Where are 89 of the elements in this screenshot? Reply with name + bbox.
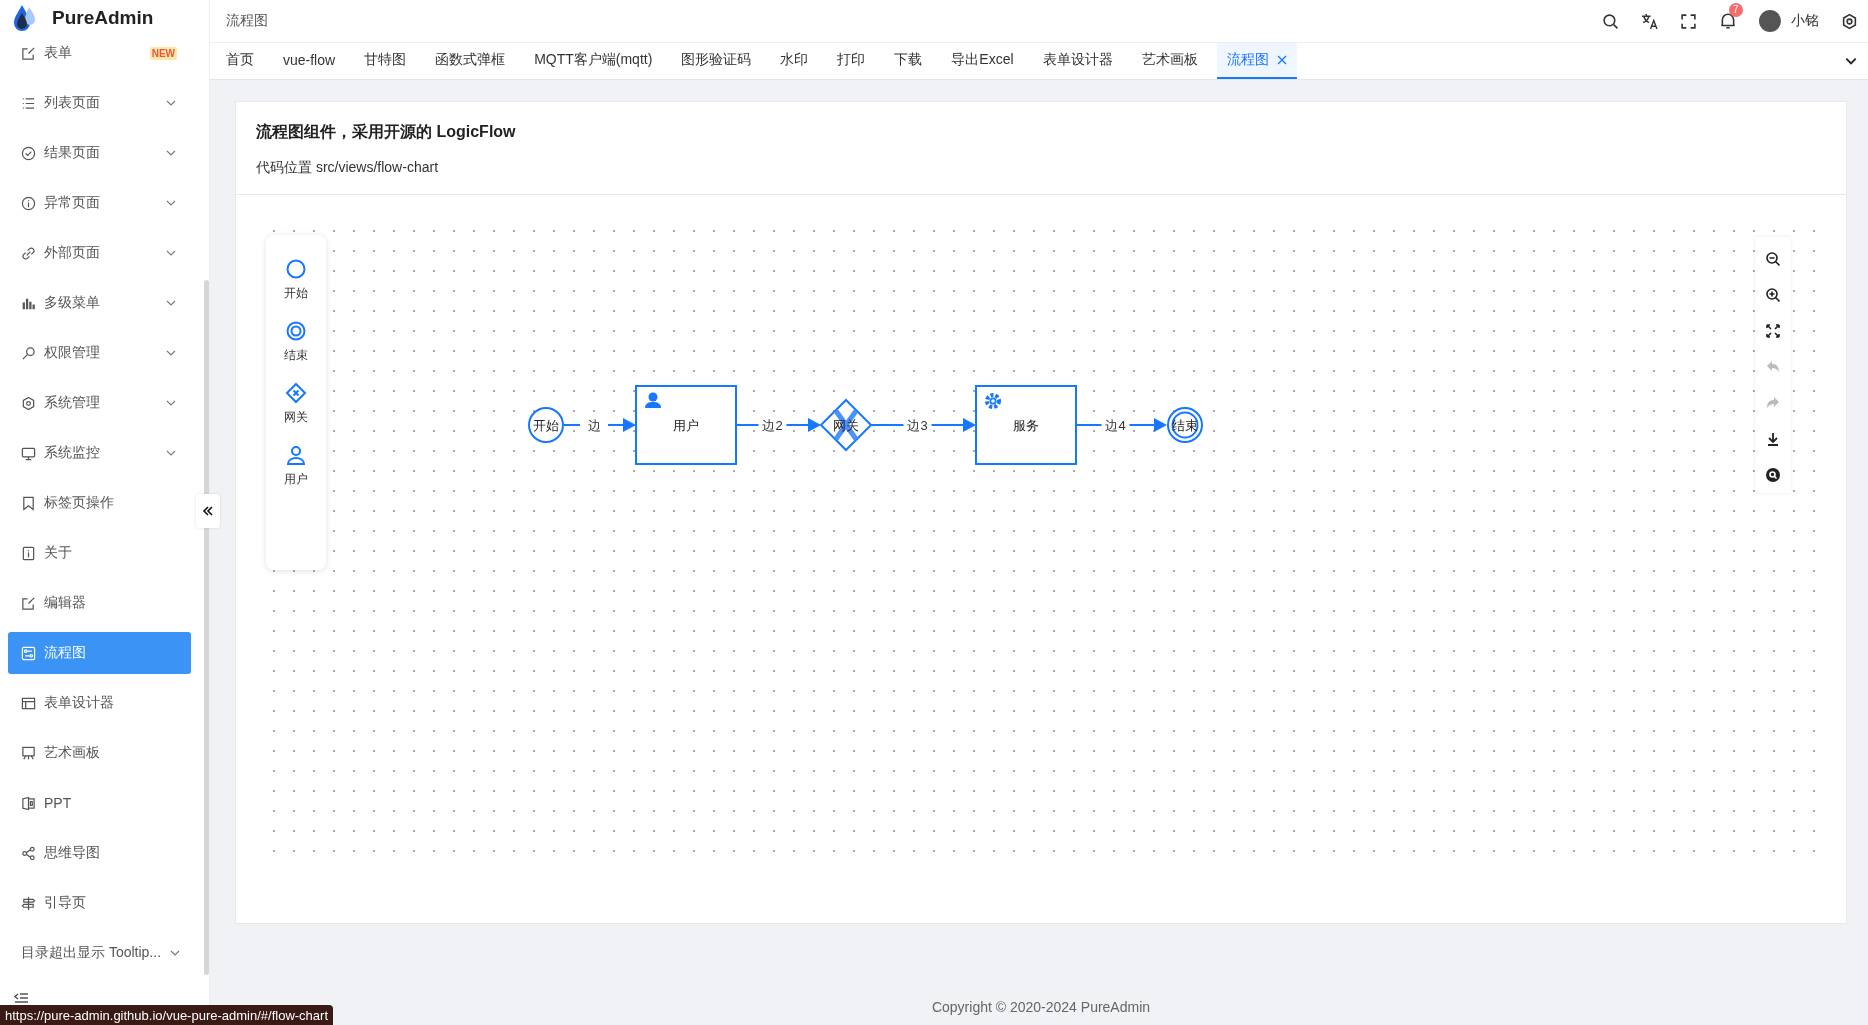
- layout-icon: [21, 695, 36, 711]
- signpost-icon: [21, 895, 36, 911]
- sidebar-item[interactable]: 目录超出显示 Tooltip...: [8, 932, 191, 974]
- diamond-icon: [285, 382, 307, 404]
- mindmap-icon: [21, 845, 36, 861]
- sidebar-item[interactable]: 权限管理: [8, 332, 191, 374]
- double-circle-icon: [286, 321, 306, 341]
- expand-arrows-icon: [1765, 323, 1781, 339]
- new-badge: NEW: [149, 46, 177, 60]
- tab[interactable]: 甘特图: [354, 43, 417, 79]
- list-icon: [21, 95, 36, 111]
- sidebar-item[interactable]: 异常页面: [8, 182, 191, 224]
- tab[interactable]: 首页: [216, 43, 264, 79]
- search-icon[interactable]: [1602, 12, 1619, 30]
- sidebar-item[interactable]: 结果页面: [8, 132, 191, 174]
- sidebar-item[interactable]: 多级菜单: [8, 282, 191, 324]
- palette-item[interactable]: 结束: [284, 320, 308, 364]
- collapse-sidebar-button[interactable]: [196, 494, 220, 528]
- sidebar-item[interactable]: 系统管理: [8, 382, 191, 424]
- bookmark-icon: [21, 495, 36, 511]
- tab[interactable]: MQTT客户端(mqtt): [524, 43, 663, 79]
- sidebar-item[interactable]: 列表页面: [8, 82, 191, 124]
- copyright: Copyright © 2020-2024 PureAdmin: [931, 999, 1151, 1015]
- monitor-icon: [21, 445, 36, 461]
- tab[interactable]: 流程图: [1216, 43, 1297, 79]
- sidebar-item[interactable]: 标签页操作: [8, 482, 191, 524]
- sidebar-item[interactable]: 关于: [8, 532, 191, 574]
- edge-label: 边4: [1101, 416, 1130, 434]
- fullscreen-icon[interactable]: [1680, 12, 1697, 30]
- tab[interactable]: 水印: [770, 43, 819, 79]
- double-chevron-left-icon: [202, 505, 214, 517]
- sidebar-item[interactable]: 表单设计器: [8, 682, 191, 724]
- check-circle-icon: [21, 145, 36, 161]
- user-name[interactable]: 小铭: [1791, 12, 1819, 30]
- sidebar-item[interactable]: 表单 NEW: [8, 32, 191, 74]
- tab[interactable]: 函数式弹框: [425, 43, 516, 79]
- zoom-out-icon: [1765, 251, 1781, 267]
- sidebar-item[interactable]: PPT: [8, 782, 191, 824]
- tab[interactable]: 打印: [827, 43, 876, 79]
- sidebar-item[interactable]: 编辑器: [8, 582, 191, 624]
- tab[interactable]: 下载: [884, 43, 933, 79]
- tab[interactable]: 表单设计器: [1032, 43, 1123, 79]
- edit-icon: [21, 595, 36, 611]
- edge-label: 边2: [758, 416, 787, 434]
- edge-label: 边: [580, 416, 608, 434]
- download-icon: [1765, 431, 1781, 447]
- tab[interactable]: 图形验证码: [671, 43, 762, 79]
- sidebar-item[interactable]: 艺术画板: [8, 732, 191, 774]
- palette-item[interactable]: 开始: [284, 258, 308, 302]
- tab[interactable]: vue-flow: [273, 43, 346, 79]
- zoom-in-icon: [1765, 287, 1781, 303]
- app-name: PureAdmin: [52, 7, 154, 29]
- slides-icon: [21, 795, 36, 811]
- tab[interactable]: 艺术画板: [1131, 43, 1208, 79]
- collapse-menu-icon[interactable]: [14, 992, 28, 1004]
- link-icon: [21, 245, 36, 261]
- sidebar-item[interactable]: 系统监控: [8, 432, 191, 474]
- info-icon: [21, 195, 36, 211]
- flowchart-icon: [21, 645, 36, 661]
- circle-icon: [286, 259, 306, 279]
- edit-icon: [21, 45, 36, 61]
- node-label: 用户: [673, 418, 699, 433]
- breadcrumb[interactable]: 流程图: [226, 12, 1602, 30]
- notification-count: 7: [1729, 3, 1743, 17]
- sidebar-item[interactable]: 引导页: [8, 882, 191, 924]
- page-title: 流程图组件，采用开源的 LogicFlow: [256, 122, 517, 142]
- node-label: 服务: [1013, 418, 1039, 433]
- code-location: 代码位置 src/views/flow-chart: [256, 159, 440, 177]
- sidebar-item[interactable]: 思维导图: [8, 832, 191, 874]
- settings-icon[interactable]: [1841, 12, 1858, 30]
- file-icon: [21, 545, 36, 561]
- translate-icon[interactable]: [1641, 12, 1658, 30]
- gateway-node: [819, 398, 873, 452]
- bell-icon[interactable]: [1719, 12, 1737, 30]
- palette-item[interactable]: 网关: [284, 382, 308, 426]
- node-label: 开始: [533, 418, 559, 433]
- palette-item[interactable]: 用户: [284, 444, 308, 488]
- avatar[interactable]: [1759, 10, 1781, 32]
- person-icon: [287, 446, 305, 465]
- search-icon: [1765, 467, 1781, 483]
- logo-icon: [12, 3, 38, 33]
- sidebar-item[interactable]: 外部页面: [8, 232, 191, 274]
- tab[interactable]: 导出Excel: [941, 43, 1024, 79]
- easel-icon: [21, 745, 36, 761]
- scrollbar[interactable]: [204, 280, 209, 975]
- status-url: https://pure-admin.github.io/vue-pure-admin/#/flow-chart: [0, 1005, 333, 1025]
- edge-label: 边3: [903, 416, 932, 434]
- close-icon[interactable]: [1276, 55, 1287, 65]
- start-node: [528, 407, 564, 443]
